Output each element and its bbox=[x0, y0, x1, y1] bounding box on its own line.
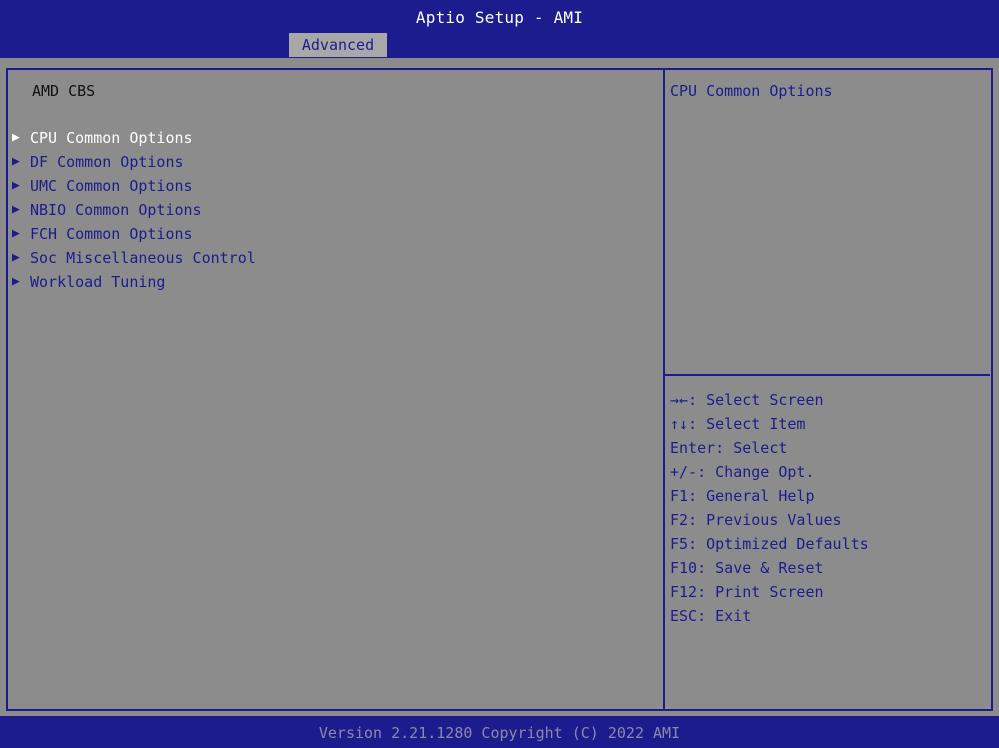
submenu-arrow-icon: ▶ bbox=[12, 250, 20, 265]
menu-item-nbio-common-options[interactable]: ▶ NBIO Common Options bbox=[8, 198, 658, 222]
menu-item-label: UMC Common Options bbox=[30, 177, 193, 195]
help-description: CPU Common Options bbox=[670, 82, 833, 100]
menu-item-label: FCH Common Options bbox=[30, 225, 193, 243]
menu-item-umc-common-options[interactable]: ▶ UMC Common Options bbox=[8, 174, 658, 198]
menu-item-fch-common-options[interactable]: ▶ FCH Common Options bbox=[8, 222, 658, 246]
menu-item-cpu-common-options[interactable]: ▶ CPU Common Options bbox=[8, 126, 658, 150]
header-bar: Aptio Setup - AMI Advanced bbox=[0, 0, 999, 58]
menu-item-label: DF Common Options bbox=[30, 153, 184, 171]
menu-item-label: Soc Miscellaneous Control bbox=[30, 249, 256, 267]
submenu-arrow-icon: ▶ bbox=[12, 178, 20, 193]
footer-bar: Version 2.21.1280 Copyright (C) 2022 AMI bbox=[0, 716, 999, 748]
menu-item-label: NBIO Common Options bbox=[30, 201, 202, 219]
key-save-reset: F10: Save & Reset bbox=[670, 559, 824, 577]
main-area: AMD CBS ▶ CPU Common Options ▶ DF Common… bbox=[0, 58, 999, 716]
key-change-opt: +/-: Change Opt. bbox=[670, 463, 815, 481]
key-legend: →←: Select Screen ↑↓: Select Item Enter:… bbox=[670, 388, 988, 628]
menu-item-workload-tuning[interactable]: ▶ Workload Tuning bbox=[8, 270, 658, 294]
key-esc-exit: ESC: Exit bbox=[670, 607, 752, 625]
submenu-arrow-icon: ▶ bbox=[12, 274, 20, 289]
menu-item-df-common-options[interactable]: ▶ DF Common Options bbox=[8, 150, 658, 174]
section-title: AMD CBS bbox=[32, 82, 96, 100]
menu-list: ▶ CPU Common Options ▶ DF Common Options… bbox=[8, 126, 658, 294]
menu-item-label: Workload Tuning bbox=[30, 273, 166, 291]
menu-item-label: CPU Common Options bbox=[30, 129, 193, 147]
key-select-item: ↑↓: Select Item bbox=[670, 415, 806, 433]
key-general-help: F1: General Help bbox=[670, 487, 815, 505]
tab-advanced[interactable]: Advanced bbox=[289, 33, 387, 57]
panel-divider bbox=[663, 68, 665, 709]
help-separator bbox=[665, 374, 990, 376]
key-optimized-defaults: F5: Optimized Defaults bbox=[670, 535, 869, 553]
submenu-arrow-icon: ▶ bbox=[12, 154, 20, 169]
menu-item-soc-miscellaneous-control[interactable]: ▶ Soc Miscellaneous Control bbox=[8, 246, 658, 270]
key-enter-select: Enter: Select bbox=[670, 439, 788, 457]
key-print-screen: F12: Print Screen bbox=[670, 583, 824, 601]
submenu-arrow-icon: ▶ bbox=[12, 202, 20, 217]
key-previous-values: F2: Previous Values bbox=[670, 511, 842, 529]
submenu-arrow-icon: ▶ bbox=[12, 226, 20, 241]
key-select-screen: →←: Select Screen bbox=[670, 391, 824, 409]
submenu-arrow-icon: ▶ bbox=[12, 130, 20, 145]
app-title: Aptio Setup - AMI bbox=[415, 8, 584, 27]
version-text: Version 2.21.1280 Copyright (C) 2022 AMI bbox=[318, 724, 681, 742]
